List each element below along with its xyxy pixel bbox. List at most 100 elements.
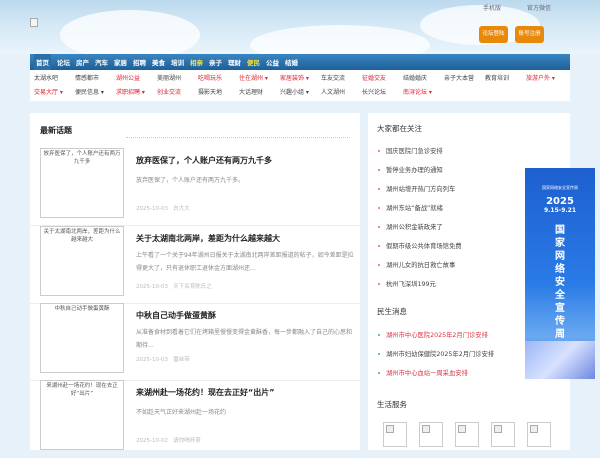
subnav-item[interactable]: 住在湖州 ▾ (239, 72, 280, 86)
subnav-item[interactable]: 长兴论坛 (362, 86, 403, 100)
service-icon[interactable] (419, 422, 443, 447)
focus-title: 大家都在关注 (377, 124, 422, 133)
subnav-item[interactable]: 情感都市 (75, 72, 116, 86)
main-nav: 首页 论坛 房产 汽车 家居 招聘 美食 培训 相亲 亲子 理财 便民 公益 结婚 (30, 54, 570, 70)
focus-item[interactable]: 假期市级公共体育场馆免费 (377, 237, 462, 256)
article-desc: 不如趁天气正好来湖州赴一场花约 (136, 409, 227, 416)
subnav-item[interactable]: 人文湖州 (321, 86, 362, 100)
subnav-item[interactable]: 大话理财 (239, 86, 280, 100)
nav-item[interactable]: 结婚 (285, 57, 298, 67)
article-author[interactable]: 天下名育陈氏之 (173, 284, 212, 290)
subnav-item[interactable]: 家居装饰 ▾ (280, 72, 321, 86)
article-desc: 上午看了一个关于94年湖州日报关于太湖南北两岸差距报道的帖子，如今差距是拉得更大… (136, 252, 354, 272)
service-icon[interactable] (527, 422, 551, 447)
article-thumbnail[interactable]: 放弃医保了，个人账户还有两万九千多 (40, 148, 124, 218)
ad-banner[interactable]: 国家网络安全宣传周 2025 9.15-9.21 国家网络安全宣传周 (525, 168, 595, 379)
focus-item[interactable]: 湖州站增开热门方向列车 (377, 180, 462, 199)
subnav-item[interactable]: 旅游户外 ▾ (526, 72, 567, 86)
focus-item[interactable]: 杭州飞深圳199元 (377, 275, 462, 294)
ad-dates: 9.15-9.21 (543, 207, 577, 214)
article-item[interactable]: 关于太湖南北两岸，差距为什么越来越大 关于太湖南北两岸，差距为什么越来越大 上午… (30, 226, 360, 304)
article-thumbnail[interactable]: 关于太湖南北两岸，差距为什么越来越大 (40, 226, 124, 296)
article-author[interactable]: 雷丝带 (173, 357, 190, 363)
subnav-item[interactable]: 结婚婚庆 (403, 72, 444, 86)
nav-item[interactable]: 首页 (34, 54, 51, 70)
register-button[interactable]: 账号注册 (515, 26, 544, 43)
focus-item[interactable]: 湖州公积金新政来了 (377, 218, 462, 237)
service-icon[interactable] (383, 422, 407, 447)
article-title[interactable]: 放弃医保了，个人账户还有两万九千多 (136, 155, 272, 166)
article-title[interactable]: 关于太湖南北两岸，差距为什么越来越大 (136, 233, 280, 244)
livelihood-list: 湖州市中心医院2025年2月门诊安排 湖州市妇幼保健院2025年2月门诊安排 湖州市… (377, 326, 494, 383)
article-item[interactable]: 来湖州赴一场花约！现在去正好“出片” 来湖州赴一场花约！现在去正好“出片” 不如… (30, 380, 360, 458)
subnav-item[interactable]: 兴趣小组 ▾ (280, 86, 321, 100)
nav-item[interactable]: 家居 (114, 57, 127, 67)
section-title: 最新话题 (40, 126, 72, 135)
article-author[interactable]: 请你喝杯茶 (173, 438, 201, 444)
article-title[interactable]: 来湖州赴一场花约！现在去正好“出片” (136, 387, 275, 398)
article-author[interactable]: 白大大 (173, 206, 190, 212)
subnav-item[interactable]: 湖州公益 (116, 72, 157, 86)
latest-topics-panel: 最新话题 放弃医保了，个人账户还有两万九千多 放弃医保了，个人账户还有两万九千多… (30, 113, 360, 458)
subnav-item[interactable]: 美丽湖州 (157, 72, 198, 86)
divider (126, 137, 350, 138)
nav-item[interactable]: 相亲 (190, 57, 203, 67)
focus-item[interactable]: 湖州儿女的抗日救亡故事 (377, 256, 462, 275)
ad-year: 2025 (546, 196, 574, 207)
nav-item[interactable]: 便民 (247, 57, 260, 67)
focus-item[interactable]: 国庆医院门急诊安排 (377, 142, 462, 161)
nav-item[interactable]: 培训 (171, 57, 184, 67)
subnav-item[interactable]: 亲子大本营 (444, 72, 485, 86)
subnav-item[interactable]: 便民信息 ▾ (75, 86, 116, 100)
sub-nav: 太湖水吧 情感都市 湖州公益 美丽湖州 吃喝玩乐 住在湖州 ▾ 家居装饰 ▾ 车友交流 征婚交友… (30, 70, 570, 101)
wechat-link[interactable]: 官方微信 (527, 3, 551, 12)
nav-item[interactable]: 理财 (228, 57, 241, 67)
subnav-item[interactable]: 征婚交友 (362, 72, 403, 86)
livelihood-title: 民生消息 (377, 307, 407, 316)
services-title: 生活服务 (377, 400, 407, 409)
subnav-item[interactable]: 摄影天地 (198, 86, 239, 100)
subnav-item[interactable]: 教育培训 (485, 72, 526, 86)
article-date: 2025-10-03 (136, 284, 168, 290)
article-meta: 2025-10-03 雷丝带 (136, 355, 190, 363)
focus-list: 国庆医院门急诊安排 暂停业务办理的通知 湖州站增开热门方向列车 湖州东站“备战”就绪湖… (377, 142, 462, 294)
focus-item[interactable]: 暂停业务办理的通知 (377, 161, 462, 180)
subnav-item[interactable]: 创业交流 (157, 86, 198, 100)
subnav-item[interactable]: 交易大厅 ▾ (34, 86, 75, 100)
nav-item[interactable]: 汽车 (95, 57, 108, 67)
service-icon[interactable] (491, 422, 515, 447)
article-thumbnail[interactable]: 中秋自己动手做蛋黄酥 (40, 303, 124, 373)
livelihood-item[interactable]: 湖州市中心血站一周采血安排 (377, 364, 494, 383)
article-meta: 2025-10-02 请你喝杯茶 (136, 436, 201, 444)
nav-item[interactable]: 招聘 (133, 57, 146, 67)
article-meta: 2025-10-03 天下名育陈氏之 (136, 282, 212, 290)
logo-image[interactable] (30, 18, 38, 27)
subnav-item[interactable]: 吃喝玩乐 (198, 72, 239, 86)
focus-item[interactable]: 湖州东站“备战”就绪 (377, 199, 462, 218)
mobile-link[interactable]: 手机版 (483, 3, 501, 12)
livelihood-item[interactable]: 湖州市中心医院2025年2月门诊安排 (377, 326, 494, 345)
nav-item[interactable]: 公益 (266, 57, 279, 67)
article-thumbnail[interactable]: 来湖州赴一场花约！现在去正好“出片” (40, 380, 124, 450)
livelihood-item[interactable]: 湖州市妇幼保健院2025年2月门诊安排 (377, 345, 494, 364)
nav-item[interactable]: 美食 (152, 57, 165, 67)
subnav-item[interactable]: 求职招聘 ▾ (116, 86, 157, 100)
nav-item[interactable]: 房产 (76, 57, 89, 67)
nav-item[interactable]: 论坛 (57, 57, 70, 67)
service-icon[interactable] (455, 422, 479, 447)
subnav-item[interactable]: 太湖水吧 (34, 72, 75, 86)
nav-item[interactable]: 亲子 (209, 57, 222, 67)
article-date: 2025-10-03 (136, 206, 168, 212)
login-button[interactable]: 论坛登陆 (479, 26, 508, 43)
article-date: 2025-10-02 (136, 438, 168, 444)
article-desc: 从准备食材到看着它们在烤箱里慢慢变得金黄酥香，每一步都融入了自己的心思和期待..… (136, 329, 353, 349)
subnav-item[interactable]: 南浔论坛 ▾ (403, 86, 444, 100)
article-item[interactable]: 中秋自己动手做蛋黄酥 中秋自己动手做蛋黄酥 从准备食材到看着它们在烤箱里慢慢变得… (30, 303, 360, 381)
article-item[interactable]: 放弃医保了，个人账户还有两万九千多 放弃医保了，个人账户还有两万九千多 放弃医保… (30, 148, 360, 226)
ad-vertical-text: 国家网络安全宣传周 (555, 225, 565, 340)
header-banner: 手机版 官方微信 论坛登陆 账号注册 (0, 0, 600, 54)
article-date: 2025-10-03 (136, 357, 168, 363)
subnav-item[interactable]: 车友交流 (321, 72, 362, 86)
article-desc: 放弃医保了，个人账户还有两万九千多。 (136, 177, 245, 184)
article-title[interactable]: 中秋自己动手做蛋黄酥 (136, 310, 216, 321)
